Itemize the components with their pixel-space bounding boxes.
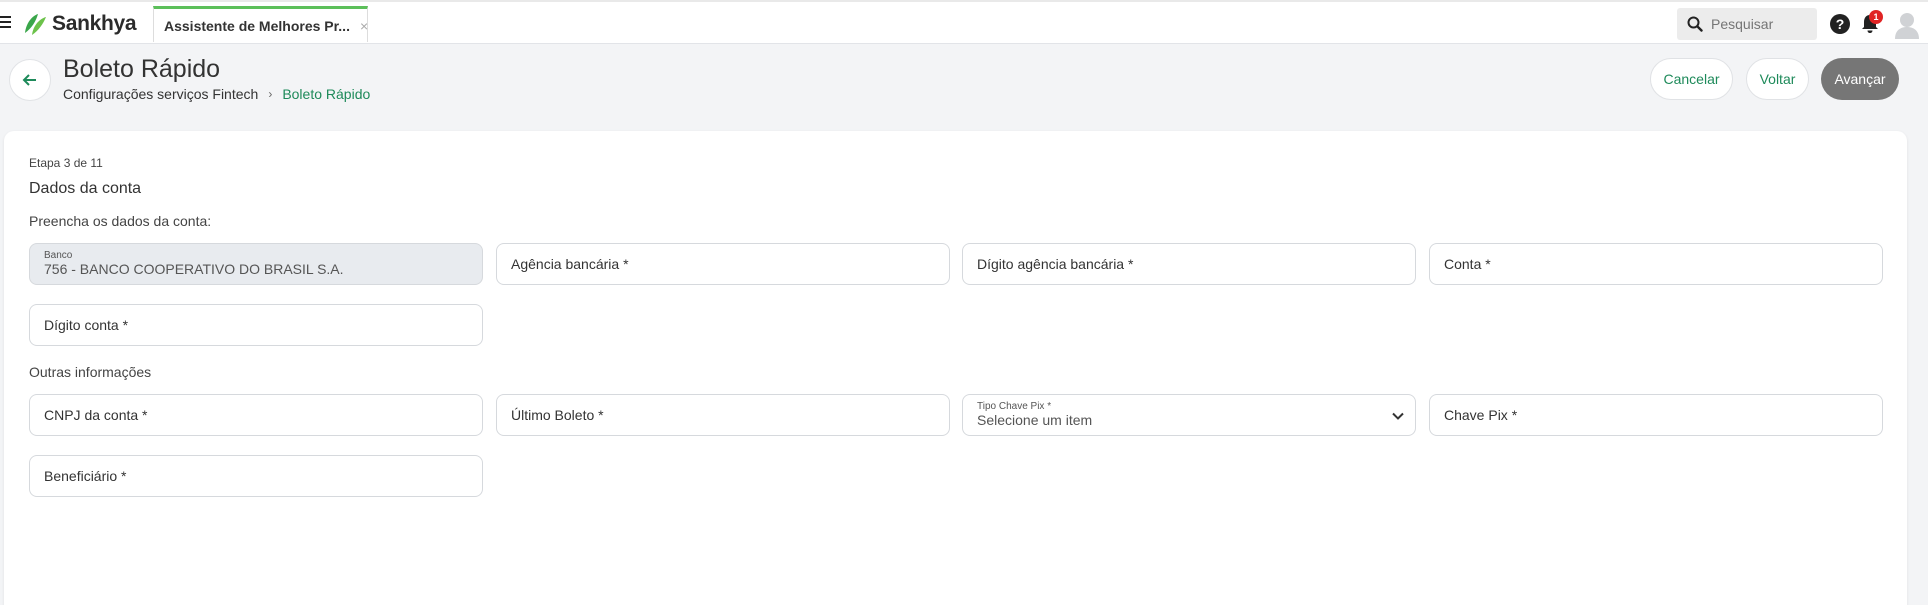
user-avatar-icon[interactable]	[1894, 11, 1920, 39]
breadcrumb-parent-link[interactable]: Configurações serviços Fintech	[63, 86, 258, 102]
next-button[interactable]: Avançar	[1821, 58, 1899, 100]
tab-assistente[interactable]: Assistente de Melhores Pr... ×	[153, 6, 368, 42]
breadcrumb-current[interactable]: Boleto Rápido	[282, 86, 370, 102]
tipo-chave-pix-label: Tipo Chave Pix *	[977, 401, 1052, 412]
tipo-chave-pix-value: Selecione um item	[977, 412, 1093, 428]
digito-agencia-field[interactable]: Dígito agência bancária *	[962, 243, 1416, 285]
ultimo-boleto-label: Último Boleto *	[511, 407, 604, 423]
account-data-card: Etapa 3 de 11 Dados da conta Preencha os…	[4, 131, 1907, 605]
conta-label: Conta *	[1444, 256, 1491, 272]
cnpj-field[interactable]: CNPJ da conta *	[29, 394, 483, 436]
top-bar: Sankhya Assistente de Melhores Pr... × ?…	[0, 0, 1928, 44]
tipo-chave-pix-select[interactable]: Tipo Chave Pix * Selecione um item	[962, 394, 1416, 436]
notification-badge: 1	[1869, 10, 1883, 24]
banco-field: Banco 756 - BANCO COOPERATIVO DO BRASIL …	[29, 243, 483, 285]
back-button[interactable]: Voltar	[1746, 58, 1809, 100]
banco-label: Banco	[44, 250, 73, 261]
search-icon	[1687, 16, 1703, 32]
chevron-down-icon	[1392, 412, 1404, 420]
tab-close-icon[interactable]: ×	[360, 18, 368, 34]
step-indicator: Etapa 3 de 11	[29, 156, 103, 170]
conta-field[interactable]: Conta *	[1429, 243, 1883, 285]
back-arrow-button[interactable]	[9, 59, 51, 101]
agencia-bancaria-field[interactable]: Agência bancária *	[496, 243, 950, 285]
page-title: Boleto Rápido	[63, 55, 221, 83]
arrow-left-icon	[22, 74, 36, 86]
search-box[interactable]	[1677, 8, 1817, 40]
search-input[interactable]	[1711, 16, 1811, 32]
beneficiario-label: Beneficiário *	[44, 468, 127, 484]
digito-agencia-label: Dígito agência bancária *	[977, 256, 1134, 272]
other-info-heading: Outras informações	[29, 364, 152, 380]
hamburger-menu-icon[interactable]	[0, 16, 12, 28]
banco-value: 756 - BANCO COOPERATIVO DO BRASIL S.A.	[44, 261, 344, 277]
form-instruction: Preencha os dados da conta:	[29, 213, 212, 229]
section-title: Dados da conta	[29, 180, 142, 197]
cancel-button[interactable]: Cancelar	[1650, 58, 1733, 100]
digito-conta-label: Dígito conta *	[44, 317, 129, 333]
beneficiario-field[interactable]: Beneficiário *	[29, 455, 483, 497]
chave-pix-field[interactable]: Chave Pix *	[1429, 394, 1883, 436]
digito-conta-field[interactable]: Dígito conta *	[29, 304, 483, 346]
ultimo-boleto-field[interactable]: Último Boleto *	[496, 394, 950, 436]
breadcrumb: Configurações serviços Fintech › Boleto …	[63, 86, 370, 102]
cnpj-label: CNPJ da conta *	[44, 407, 148, 423]
help-icon[interactable]: ?	[1830, 14, 1850, 34]
agencia-bancaria-label: Agência bancária *	[511, 256, 629, 272]
sankhya-leaf-icon	[25, 14, 46, 35]
chave-pix-label: Chave Pix *	[1444, 407, 1518, 423]
sankhya-logo[interactable]: Sankhya	[22, 11, 137, 37]
tab-label: Assistente de Melhores Pr...	[164, 17, 350, 34]
breadcrumb-chevron-icon: ›	[268, 87, 273, 101]
brand-name: Sankhya	[52, 12, 137, 35]
